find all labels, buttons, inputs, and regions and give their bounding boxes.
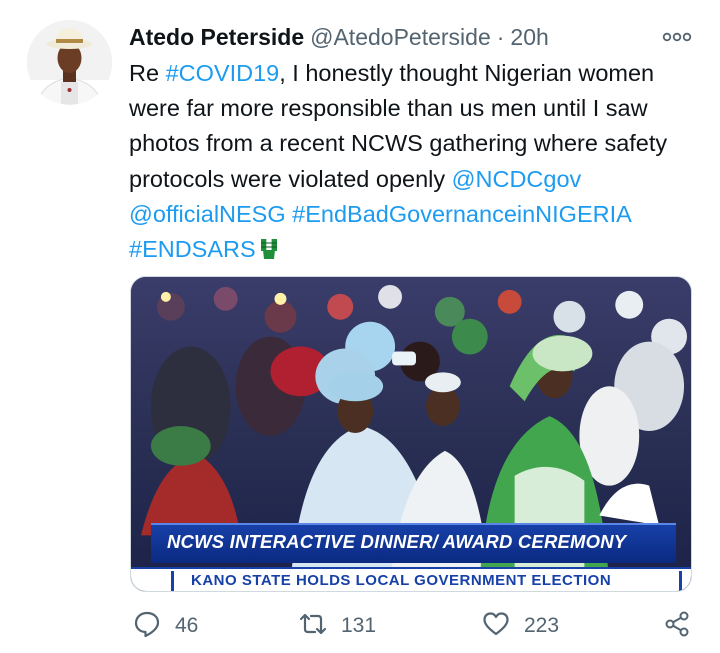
more-dots-icon[interactable] xyxy=(662,30,692,44)
ticker-divider xyxy=(171,571,174,591)
text-segment: Re xyxy=(129,60,166,86)
hashtag-endbadgovernance[interactable]: #EndBadGovernanceinNIGERIA xyxy=(292,201,630,227)
mention-ncdcgov[interactable]: @NCDCgov xyxy=(452,166,582,192)
reply-count: 46 xyxy=(175,614,199,637)
like-count: 223 xyxy=(524,614,560,637)
caption-main: NCWS INTERACTIVE DINNER/ AWARD CEREMONY xyxy=(167,531,627,552)
ticker-divider xyxy=(679,571,682,591)
reply-button[interactable]: 46 xyxy=(133,606,198,646)
tweet-header: Atedo Peterside @AtedoPeterside · 20h xyxy=(129,22,549,52)
share-button[interactable] xyxy=(663,606,691,646)
ticker-text: KANO STATE HOLDS LOCAL GOVERNMENT ELECTI… xyxy=(191,572,612,589)
retweet-button[interactable]: 131 xyxy=(299,606,376,646)
share-icon xyxy=(663,610,691,643)
avatar[interactable] xyxy=(27,20,112,105)
hashtag-covid19[interactable]: #COVID19 xyxy=(166,60,280,86)
raised-fist-emoji xyxy=(258,235,280,260)
reply-icon xyxy=(133,610,161,643)
separator-dot: · xyxy=(496,24,505,50)
retweet-count: 131 xyxy=(341,614,377,637)
tweet-text: Re #COVID19, I honestly thought Nigerian… xyxy=(129,56,701,267)
news-ticker: KANO STATE HOLDS LOCAL GOVERNMENT ELECTI… xyxy=(131,567,691,591)
tweet-time[interactable]: 20h xyxy=(510,24,548,50)
author-handle[interactable]: @AtedoPeterside xyxy=(310,24,491,50)
heart-icon xyxy=(482,610,510,643)
tweet-actions: 46 131 223 xyxy=(0,606,720,646)
tweet-media-image[interactable]: NCWS INTERACTIVE DINNER/ AWARD CEREMONY … xyxy=(130,276,692,592)
author-name[interactable]: Atedo Peterside xyxy=(129,24,304,50)
mention-officialnesg[interactable]: @officialNESG xyxy=(129,201,286,227)
like-button[interactable]: 223 xyxy=(482,606,559,646)
caption-bar: NCWS INTERACTIVE DINNER/ AWARD CEREMONY xyxy=(151,523,676,563)
retweet-icon xyxy=(299,610,327,643)
hashtag-endsars[interactable]: #ENDSARS xyxy=(129,236,256,262)
